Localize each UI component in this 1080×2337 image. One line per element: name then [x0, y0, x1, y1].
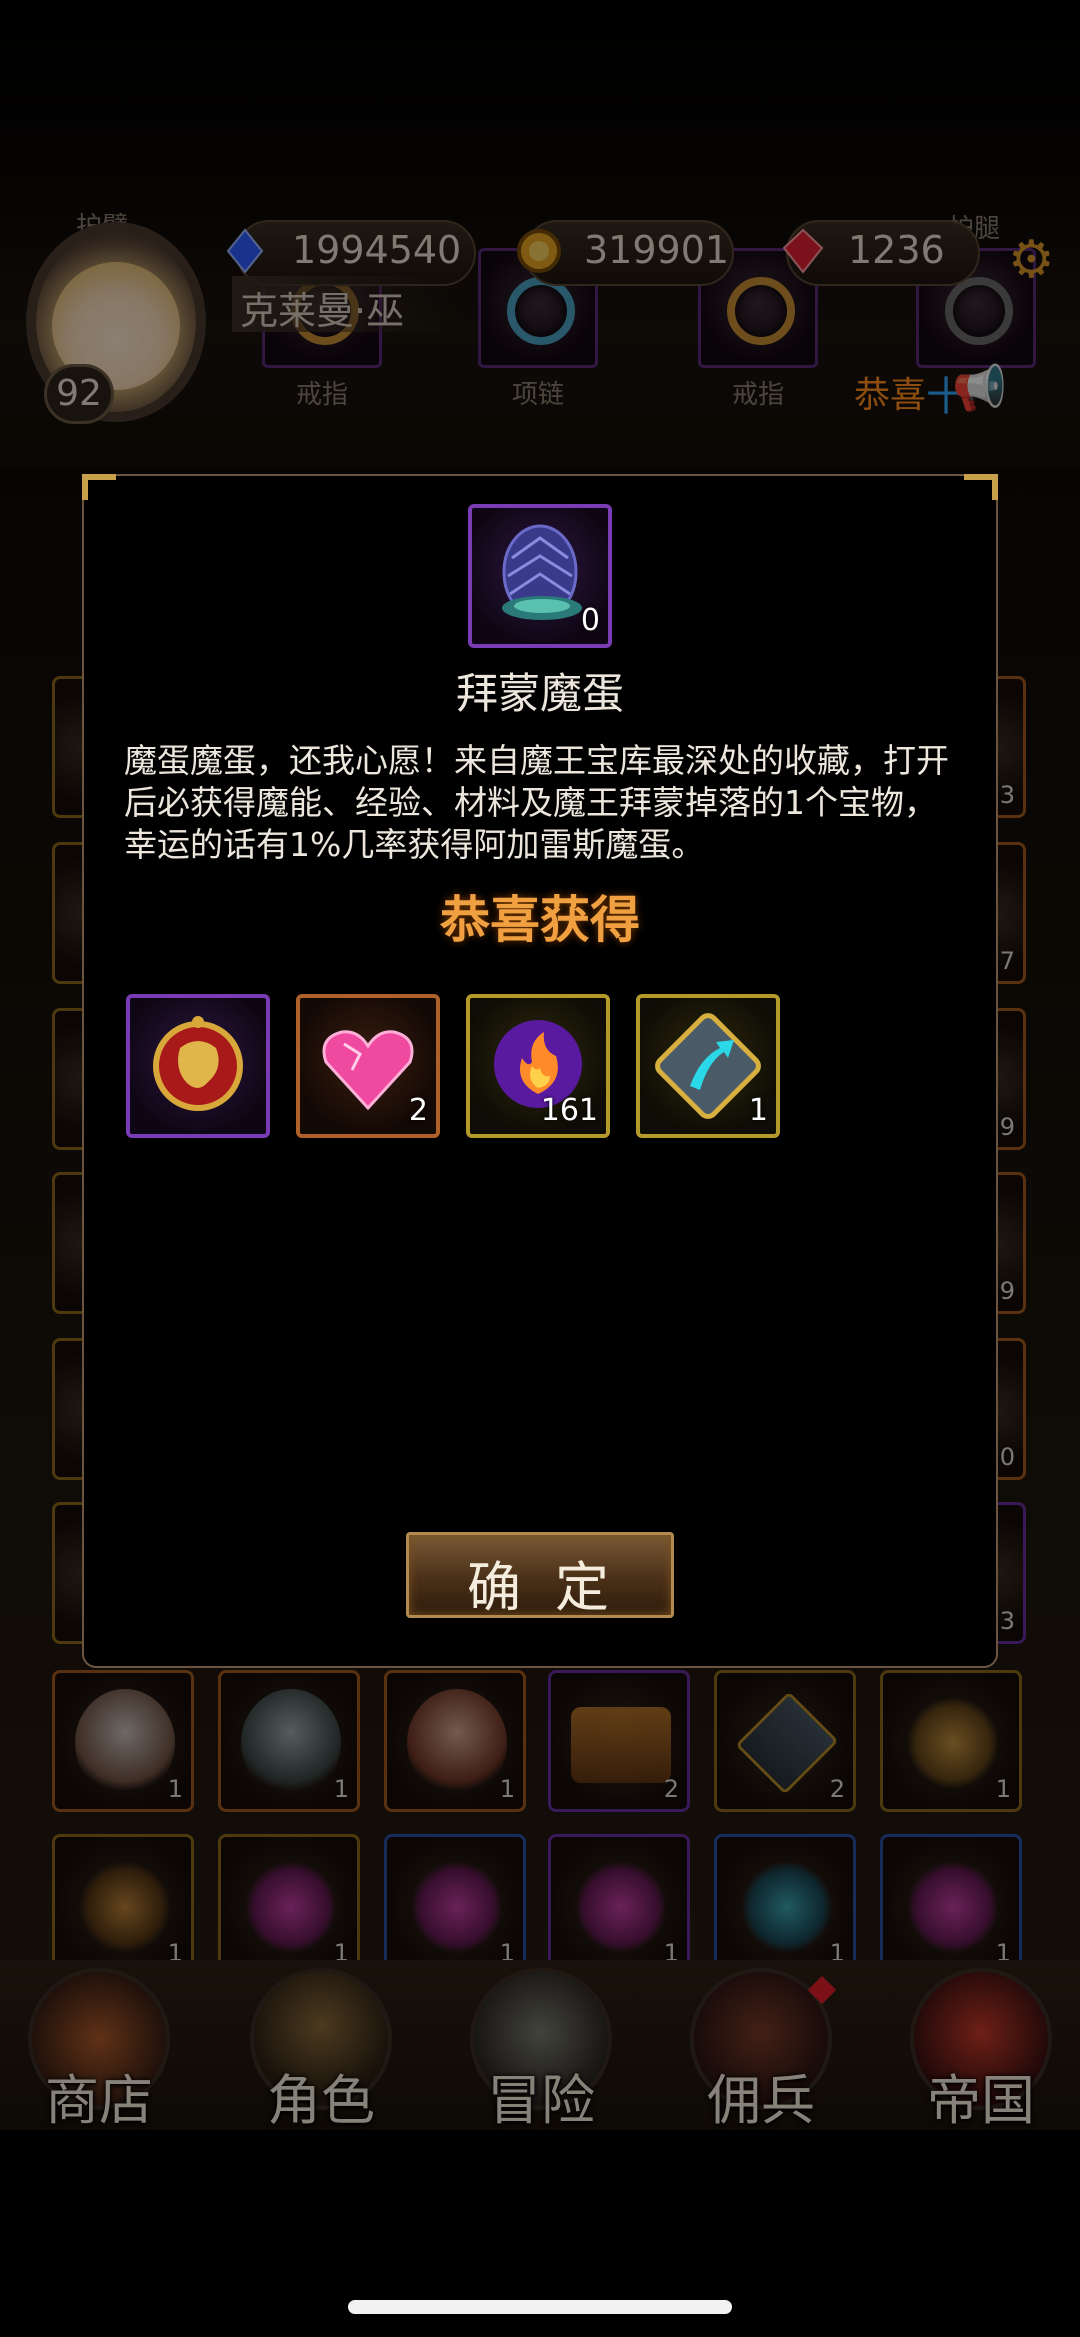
- corner-ornament: [82, 474, 116, 500]
- item-title: 拜蒙魔蛋: [455, 669, 624, 718]
- confirm-button-label: 确定: [467, 1556, 643, 1619]
- reward-slot[interactable]: 1: [636, 994, 780, 1138]
- egg-item-frame: 0: [468, 504, 612, 648]
- corner-ornament: [964, 474, 998, 500]
- description-line: 后必获得魔能、经验、材料及魔王拜蒙掉落的1个宝物，: [124, 783, 937, 822]
- description-line: 魔蛋魔蛋，还我心愿！来自魔王宝库最深处的收藏，打开: [124, 741, 949, 780]
- reward-slot[interactable]: 161: [466, 994, 610, 1138]
- reward-slot[interactable]: [126, 994, 270, 1138]
- reward-count: 161: [540, 1093, 598, 1128]
- reward-title: 恭喜获得: [440, 891, 640, 949]
- dragon-amulet-icon: [153, 1016, 243, 1111]
- egg-count: 0: [580, 603, 600, 638]
- description-line: 幸运的话有1%几率获得阿加雷斯魔蛋。: [124, 825, 705, 864]
- reward-count: 2: [408, 1093, 428, 1128]
- reward-slot[interactable]: 2: [296, 994, 440, 1138]
- confirm-button[interactable]: 确定: [406, 1532, 674, 1619]
- reward-count: 1: [748, 1093, 768, 1128]
- item-description: 魔蛋魔蛋，还我心愿！来自魔王宝库最深处的收藏，打开 后必获得魔能、经验、材料及魔…: [124, 740, 964, 866]
- home-indicator[interactable]: [348, 2300, 732, 2314]
